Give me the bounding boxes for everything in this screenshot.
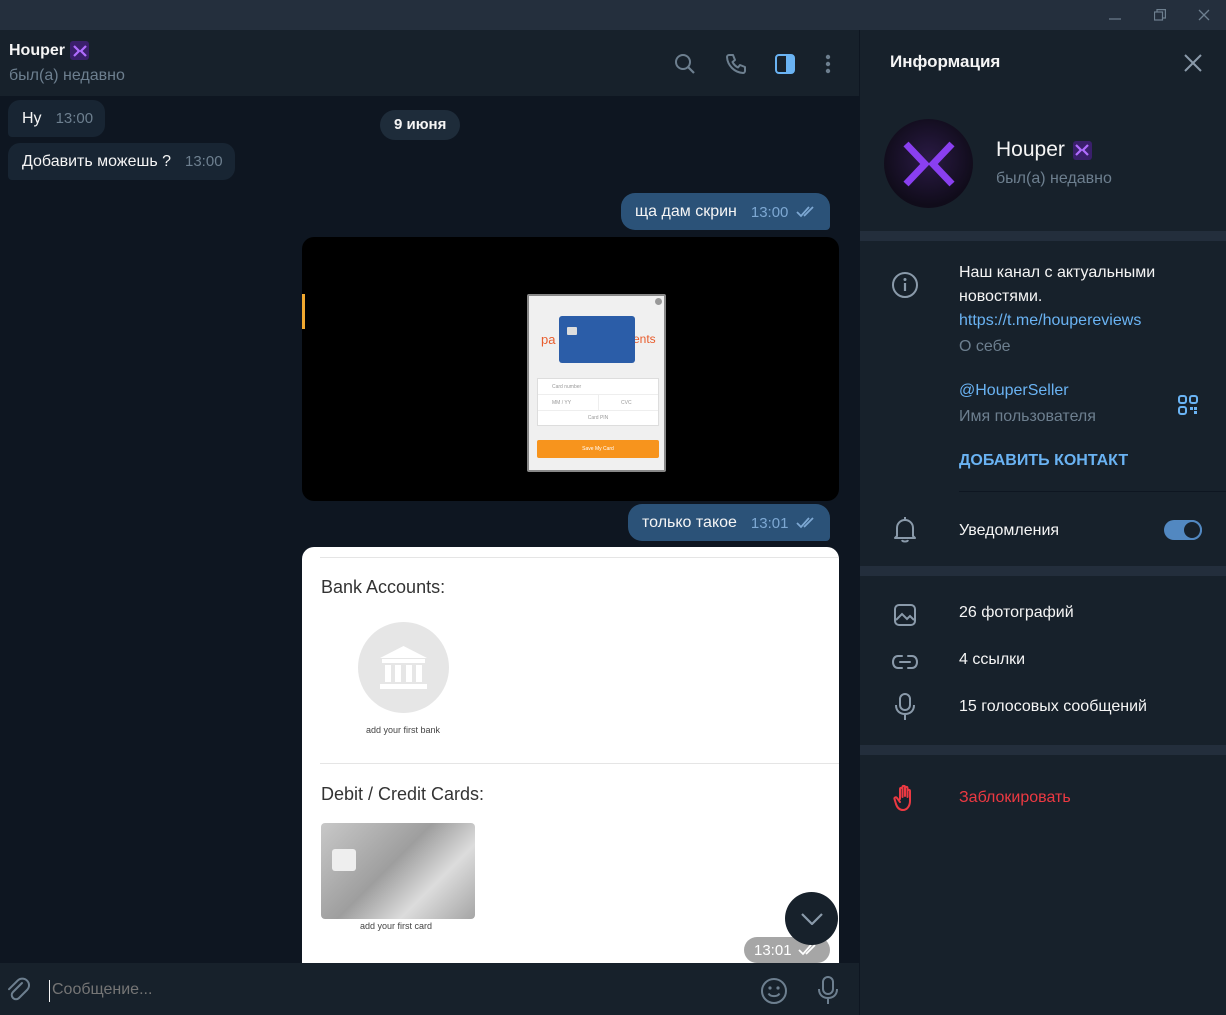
- card-caption: add your first card: [359, 921, 433, 931]
- bio-label: О себе: [959, 338, 1011, 355]
- bank-caption: add your first bank: [365, 725, 441, 735]
- close-panel-icon[interactable]: [1182, 52, 1204, 74]
- qr-code-icon[interactable]: [1177, 394, 1199, 416]
- phone-icon[interactable]: [723, 51, 749, 77]
- section-separator: [860, 566, 1226, 576]
- chat-title[interactable]: Houper: [9, 41, 89, 60]
- minimize-icon[interactable]: [1092, 0, 1137, 30]
- message-incoming[interactable]: Ну 13:00: [8, 100, 106, 137]
- houper-badge-icon: [1072, 140, 1092, 160]
- double-check-icon: [796, 206, 815, 218]
- cvc-field: CVC: [621, 400, 632, 406]
- bell-icon: [891, 516, 919, 544]
- bio-line-2: новостями.: [959, 288, 1043, 305]
- photo-message[interactable]: Bank Accounts: add your first bank Debit…: [302, 547, 839, 963]
- notifications-toggle[interactable]: [1164, 520, 1202, 540]
- scroll-down-button[interactable]: [785, 892, 838, 945]
- divider: [320, 763, 839, 764]
- chevron-down-icon: [800, 912, 823, 925]
- emoji-icon[interactable]: [760, 977, 788, 1005]
- profile-name-row: Houper: [996, 138, 1092, 162]
- cards-title: Debit / Credit Cards:: [321, 784, 485, 804]
- link-icon: [891, 648, 919, 676]
- bank-icon: [358, 622, 449, 713]
- message-text: Добавить можешь ?: [22, 153, 171, 170]
- microphone-icon[interactable]: [817, 976, 839, 1006]
- block-button[interactable]: Заблокировать: [959, 789, 1071, 807]
- notifications-label: Уведомления: [959, 522, 1060, 539]
- attach-icon[interactable]: [5, 977, 31, 1003]
- message-time: 13:01: [754, 941, 792, 959]
- message-time: 13:00: [750, 203, 789, 221]
- close-dot-icon: [655, 298, 662, 305]
- message-text: только такое: [642, 514, 737, 531]
- message-text: ща дам скрин: [635, 203, 737, 220]
- bank-accounts-title: Bank Accounts:: [321, 577, 446, 597]
- message-input[interactable]: [52, 976, 742, 1004]
- expiry-field: MM / YY: [538, 395, 599, 410]
- chat-status: был(а) недавно: [9, 67, 125, 84]
- card-number-field: Card number: [538, 379, 658, 395]
- add-contact-button[interactable]: ДОБАВИТЬ КОНТАКТ: [959, 452, 1128, 470]
- message-time: 13:01: [750, 514, 789, 532]
- voice-messages-link[interactable]: 15 голосовых сообщений: [959, 698, 1147, 716]
- username-label: Имя пользователя: [959, 408, 1096, 425]
- pin-field: Card PIN: [587, 415, 609, 421]
- message-text: Ну: [22, 110, 42, 127]
- message-time: 13:00: [55, 110, 94, 127]
- message-composer[interactable]: [0, 963, 859, 1015]
- search-icon[interactable]: [672, 51, 698, 77]
- logo-text-left: pa: [541, 332, 556, 347]
- chat-header[interactable]: Houper был(а) недавно: [0, 30, 859, 97]
- message-outgoing[interactable]: только такое 13:01: [628, 504, 831, 541]
- chip-icon: [332, 849, 356, 871]
- links-link[interactable]: 4 ссылки: [959, 651, 1025, 669]
- info-panel: Информация Houper был(а) недавно Наш кан…: [859, 30, 1226, 1015]
- photos-link[interactable]: 26 фотографий: [959, 604, 1074, 622]
- chip-icon: [567, 327, 577, 335]
- logo-text-right: ents: [633, 332, 656, 346]
- info-title: Информация: [890, 52, 1001, 71]
- section-separator: [860, 231, 1226, 241]
- profile-status: был(а) недавно: [996, 170, 1112, 187]
- window-close-icon[interactable]: [1181, 0, 1226, 30]
- profile-name: Houper: [996, 138, 1065, 161]
- message-outgoing[interactable]: ща дам скрин 13:00: [621, 193, 831, 230]
- sidebar-toggle-icon[interactable]: [772, 51, 798, 77]
- message-list[interactable]: Ну 13:00 Добавить можешь ? 13:00 9 июня ща…: [0, 97, 859, 963]
- divider: [959, 491, 1226, 492]
- houper-logo-icon: [70, 41, 89, 60]
- bio-line-1: Наш канал с актуальными: [959, 264, 1156, 281]
- microphone-icon: [891, 693, 919, 721]
- section-separator: [860, 745, 1226, 755]
- more-menu-icon[interactable]: [815, 51, 841, 77]
- double-check-icon: [797, 944, 816, 956]
- card-graphic: [559, 316, 635, 363]
- info-icon: [891, 271, 919, 299]
- toggle-knob: [1182, 520, 1202, 540]
- photo-icon: [891, 601, 919, 629]
- hand-block-icon: [891, 784, 919, 812]
- date-separator: 9 июня: [380, 110, 461, 140]
- bio-link[interactable]: https://t.me/houpereviews: [959, 312, 1141, 330]
- save-card-button: Save My Card: [537, 440, 659, 458]
- photo-message[interactable]: pa ents Card number MM / YY CVC Card PIN…: [302, 237, 839, 501]
- chat-name: Houper: [9, 41, 65, 59]
- card-fields: Card number MM / YY CVC Card PIN: [537, 378, 659, 426]
- restore-icon[interactable]: [1137, 0, 1182, 30]
- card-placeholder: [321, 823, 475, 919]
- divider: [320, 557, 839, 558]
- avatar[interactable]: [884, 119, 973, 208]
- message-incoming[interactable]: Добавить можешь ? 13:00: [8, 143, 235, 180]
- houper-logo-icon: [902, 141, 955, 186]
- card-form-screenshot: pa ents Card number MM / YY CVC Card PIN…: [527, 294, 666, 472]
- double-check-icon: [796, 517, 815, 529]
- window-titlebar: [0, 0, 1226, 30]
- message-time: 13:00: [185, 153, 223, 170]
- highlight-marker: [302, 294, 305, 329]
- text-cursor: [49, 980, 50, 1002]
- username-link[interactable]: @HouperSeller: [959, 382, 1069, 400]
